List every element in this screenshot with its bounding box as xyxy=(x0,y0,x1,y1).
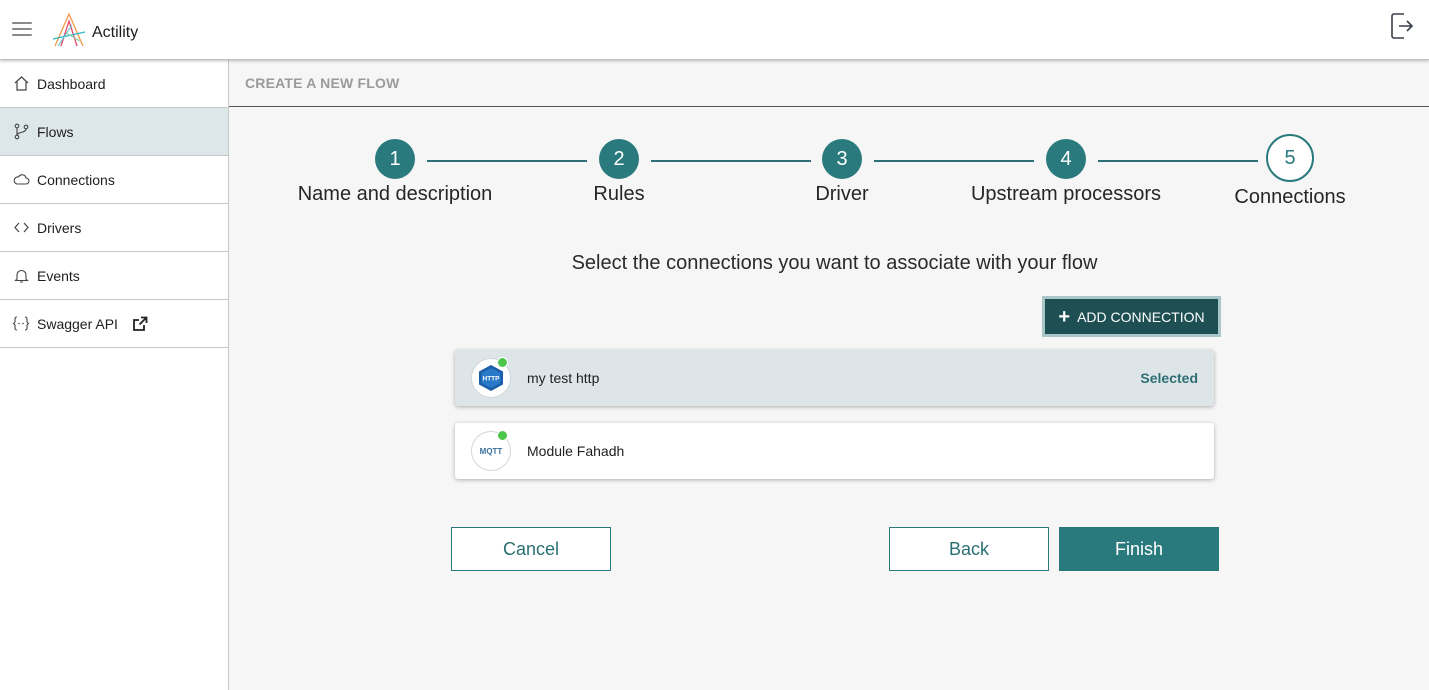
status-online-dot xyxy=(497,357,508,368)
logout-icon[interactable] xyxy=(1390,12,1414,40)
step-1-circle[interactable]: 1 xyxy=(375,139,415,179)
flow-stepper: 1 2 3 4 5 Name and description Rules Dri… xyxy=(229,60,1429,220)
sidebar-item-label: Drivers xyxy=(37,219,82,236)
step-5-circle[interactable]: 5 xyxy=(1266,134,1314,182)
sidebar-item-swagger-api[interactable]: Swagger API xyxy=(0,300,228,348)
status-online-dot xyxy=(497,430,508,441)
sidebar-item-label: Dashboard xyxy=(37,75,106,92)
step-connector xyxy=(427,160,587,162)
add-connection-button[interactable]: + ADD CONNECTION xyxy=(1042,296,1221,337)
connection-card-my-test-http[interactable]: HTTP my test http Selected xyxy=(455,350,1214,406)
step-1-label: Name and description xyxy=(297,183,493,205)
http-logo-icon: HTTP xyxy=(471,357,511,398)
sidebar-item-connections[interactable]: Connections xyxy=(0,156,228,204)
sidebar-item-label: Swagger API xyxy=(37,315,118,332)
finish-button[interactable]: Finish xyxy=(1059,527,1219,571)
sidebar-item-drivers[interactable]: Drivers xyxy=(0,204,228,252)
main-content: CREATE A NEW FLOW 1 2 3 4 5 Name and des… xyxy=(229,60,1429,690)
sidebar-item-label: Connections xyxy=(37,171,115,188)
external-link-icon[interactable] xyxy=(132,316,148,332)
cloud-icon xyxy=(12,171,30,189)
sidebar-item-flows[interactable]: Flows xyxy=(0,108,228,156)
flow-branch-icon xyxy=(12,123,30,141)
sidebar-item-dashboard[interactable]: Dashboard xyxy=(0,60,228,108)
step-connector xyxy=(874,160,1034,162)
step-2-label: Rules xyxy=(593,183,645,205)
app-logo[interactable]: Actility xyxy=(52,12,138,48)
sidebar-item-events[interactable]: Events xyxy=(0,252,228,300)
step-5-label: Connections xyxy=(1234,186,1346,208)
step-3-label: Driver xyxy=(815,183,869,205)
bell-icon xyxy=(12,267,30,285)
svg-text:HTTP: HTTP xyxy=(483,376,501,383)
app-name: Actility xyxy=(92,24,139,41)
back-button[interactable]: Back xyxy=(889,527,1049,571)
connection-name: my test http xyxy=(527,370,600,386)
sidebar-item-label: Flows xyxy=(37,123,74,140)
connection-card-module-fahadh[interactable]: MQTT Module Fahadh xyxy=(455,423,1214,479)
svg-text:MQTT: MQTT xyxy=(480,447,503,456)
hamburger-menu-icon[interactable] xyxy=(12,21,32,37)
step-3-circle[interactable]: 3 xyxy=(822,139,862,179)
step-4-label: Upstream processors xyxy=(970,183,1162,205)
cancel-button[interactable]: Cancel xyxy=(451,527,611,571)
step-connector xyxy=(1098,160,1258,162)
connections-instruction: Select the connections you want to assoc… xyxy=(571,252,1098,274)
braces-icon xyxy=(12,315,30,333)
add-connection-label: ADD CONNECTION xyxy=(1077,308,1205,325)
sidebar: Dashboard Flows Connections Drivers Even… xyxy=(0,60,229,690)
home-icon xyxy=(12,75,30,93)
connection-name: Module Fahadh xyxy=(527,443,625,459)
step-2-circle[interactable]: 2 xyxy=(599,139,639,179)
step-4-circle[interactable]: 4 xyxy=(1046,139,1086,179)
step-connector xyxy=(651,160,811,162)
mqtt-logo-icon: MQTT xyxy=(471,430,511,471)
plus-icon: + xyxy=(1058,305,1071,328)
actility-logo-icon xyxy=(52,13,86,47)
sidebar-item-label: Events xyxy=(37,267,80,284)
top-bar: Actility xyxy=(0,0,1429,60)
code-icon xyxy=(12,219,30,237)
selected-label: Selected xyxy=(1140,370,1198,386)
